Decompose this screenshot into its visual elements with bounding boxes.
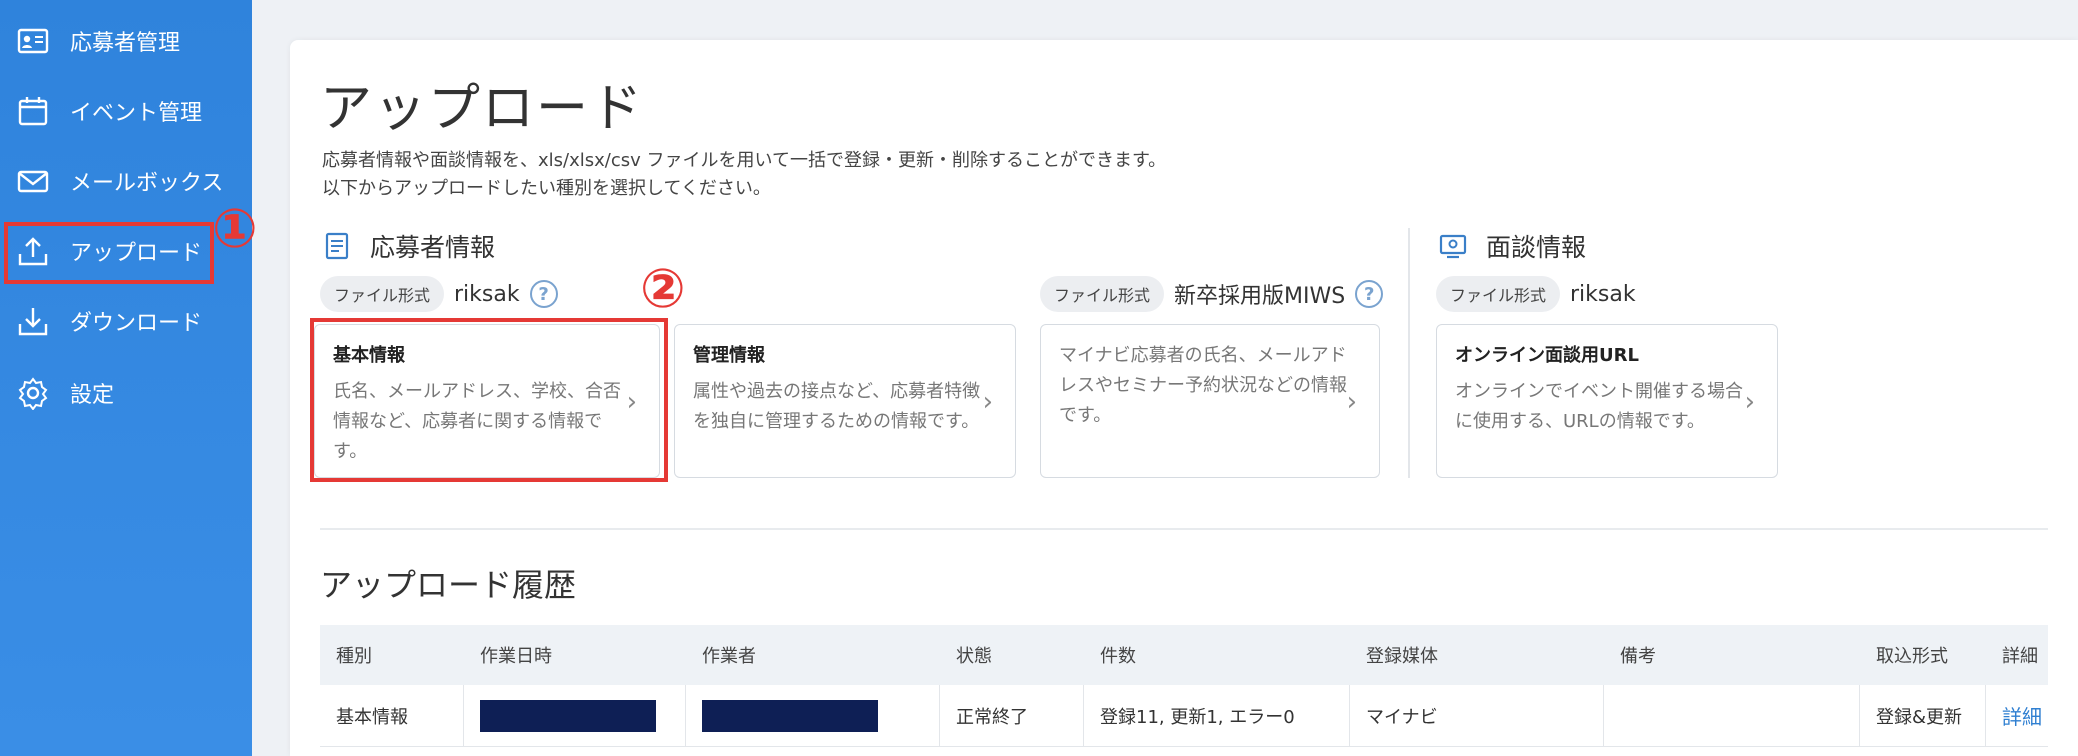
- card-title: オンライン面談用URL: [1455, 345, 1639, 366]
- sidebar-item-applicants[interactable]: 応募者管理: [0, 8, 252, 74]
- redacted-block: [480, 699, 656, 732]
- column-header: 登録媒体: [1366, 646, 1438, 667]
- sidebar-item-settings[interactable]: 設定: [0, 360, 252, 426]
- format-label-pill: ファイル形式: [1436, 276, 1561, 312]
- format-value: 新卒採用版MIWS: [1174, 284, 1346, 309]
- table-row: 基本情報 正常終了 登録11, 更新1, エラー0 マイナビ 登録&更新 詳細: [320, 685, 2048, 747]
- help-icon[interactable]: ?: [1355, 280, 1384, 308]
- cell-status: 正常終了: [940, 685, 1084, 746]
- cell-count: 登録11, 更新1, エラー0: [1084, 685, 1350, 746]
- chevron-right-icon: ›: [626, 387, 637, 417]
- chevron-right-icon: ›: [982, 387, 993, 417]
- interview-format-row: ファイル形式 riksak: [1436, 276, 1636, 312]
- calendar-icon: [16, 94, 50, 128]
- sidebar-item-label: ダウンロード: [70, 311, 203, 336]
- cell-media: マイナビ: [1350, 685, 1604, 746]
- interview-section-title: 面談情報: [1438, 228, 1586, 264]
- sidebar-item-events[interactable]: イベント管理: [0, 78, 252, 144]
- applicant-format-row: ファイル形式 riksak ?: [320, 276, 558, 312]
- step-marker-2: ②: [640, 257, 686, 320]
- chevron-right-icon: ›: [1744, 387, 1755, 417]
- document-icon: [322, 231, 352, 261]
- horizontal-divider: [320, 528, 2048, 530]
- table-header: 種別 作業日時 作業者 状態 件数 登録媒体 備考 取込形式 詳細: [320, 625, 2048, 685]
- column-header: 取込形式: [1876, 646, 1948, 667]
- sidebar-item-label: 応募者管理: [70, 31, 181, 56]
- help-icon[interactable]: ?: [529, 280, 558, 308]
- card-online-interview-url[interactable]: オンライン面談用URL オンラインでイベント開催する場合に使用する、URLの情報…: [1436, 324, 1778, 478]
- mail-icon: [16, 164, 50, 198]
- column-header: 詳細: [2002, 646, 2038, 667]
- page-description-line2: 以下からアップロードしたい種別を選択してください。: [322, 178, 771, 199]
- cell-type: 基本情報: [320, 685, 464, 746]
- page-description-line1: 応募者情報や面談情報を、xls/xlsx/csv ファイルを用いて一括で登録・更…: [322, 150, 1167, 171]
- sidebar-item-label: 設定: [70, 383, 115, 408]
- download-icon: [16, 304, 50, 338]
- redacted-block: [702, 699, 878, 732]
- format-label-pill: ファイル形式: [320, 276, 445, 312]
- main-panel: アップロード 応募者情報や面談情報を、xls/xlsx/csv ファイルを用いて…: [290, 40, 2078, 756]
- sidebar-item-label: メールボックス: [70, 171, 224, 196]
- upload-history-table: 種別 作業日時 作業者 状態 件数 登録媒体 備考 取込形式 詳細 基本情報 正…: [320, 625, 2048, 747]
- cell-datetime: [464, 685, 686, 746]
- column-header: 状態: [956, 646, 992, 667]
- cell-mode: 登録&更新: [1860, 685, 1986, 746]
- format-label-pill: ファイル形式: [1040, 276, 1165, 312]
- column-header: 種別: [336, 646, 372, 667]
- page-title: アップロード: [320, 79, 645, 139]
- card-title: 管理情報: [693, 345, 765, 366]
- sidebar-item-download[interactable]: ダウンロード: [0, 288, 252, 354]
- step-marker-1: ①: [212, 197, 258, 260]
- card-title: 基本情報: [333, 345, 405, 366]
- section-divider: [1408, 228, 1410, 478]
- format-value: riksak: [1570, 281, 1636, 307]
- monitor-icon: [1438, 231, 1468, 261]
- card-description: 属性や過去の接点など、応募者特徴を独自に管理するための情報です。: [693, 381, 981, 432]
- column-header: 作業日時: [480, 646, 552, 667]
- applicant-section-title: 応募者情報: [322, 228, 495, 264]
- chevron-right-icon: ›: [1346, 387, 1357, 417]
- upload-icon: [16, 234, 50, 268]
- upload-history-title: アップロード履歴: [320, 566, 577, 604]
- sidebar-item-label: アップロード: [70, 241, 203, 266]
- cell-detail: 詳細: [1986, 685, 2048, 746]
- id-card-icon: [16, 24, 50, 58]
- format-value: riksak: [454, 281, 520, 307]
- card-description: 氏名、メールアドレス、学校、合否情報など、応募者に関する情報です。: [333, 381, 621, 462]
- card-management-info[interactable]: 管理情報 属性や過去の接点など、応募者特徴を独自に管理するための情報です。 ›: [674, 324, 1016, 478]
- sidebar-item-label: イベント管理: [70, 101, 203, 126]
- cell-operator: [686, 685, 940, 746]
- sidebar: 応募者管理 イベント管理 メールボックス アップロード ダウンロード 設定: [0, 0, 252, 756]
- gear-icon: [16, 376, 50, 410]
- detail-link[interactable]: 詳細: [2002, 701, 2042, 730]
- column-header: 件数: [1100, 646, 1136, 667]
- card-description: マイナビ応募者の氏名、メールアドレスやセミナー予約状況などの情報です。: [1059, 345, 1347, 426]
- cell-note: [1604, 685, 1860, 746]
- card-mynavi-info[interactable]: マイナビ応募者の氏名、メールアドレスやセミナー予約状況などの情報です。 ›: [1040, 324, 1380, 478]
- card-basic-info[interactable]: 基本情報 氏名、メールアドレス、学校、合否情報など、応募者に関する情報です。 ›: [314, 324, 660, 478]
- column-header: 備考: [1620, 646, 1656, 667]
- column-header: 作業者: [702, 646, 756, 667]
- mynavi-format-row: ファイル形式 新卒採用版MIWS ?: [1040, 276, 1384, 312]
- card-description: オンラインでイベント開催する場合に使用する、URLの情報です。: [1455, 381, 1743, 432]
